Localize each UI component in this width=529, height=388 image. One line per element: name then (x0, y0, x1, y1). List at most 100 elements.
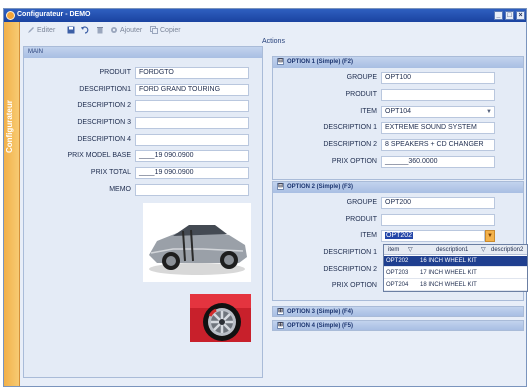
window-title: Configurateur - DEMO (17, 11, 91, 18)
description4-label: DESCRIPTION 4 (77, 136, 131, 143)
app-icon (6, 11, 15, 20)
rail-label: Configurateur (5, 100, 14, 154)
produit-field[interactable]: FORDGTO (135, 67, 249, 79)
produit-label: PRODUIT (99, 69, 132, 76)
copy-icon (150, 26, 158, 35)
option2-item-input[interactable]: OPT202 (381, 230, 485, 242)
dropdown-cell-description1: 17 INCH WHEEL KIT (420, 270, 477, 276)
dropdown-cell-item: OPT202 (386, 258, 409, 264)
option1-prix-value: 360.0000 (408, 158, 438, 165)
pencil-icon (28, 27, 34, 34)
option2-title: OPTION 2 (Simple) (F3) (287, 184, 354, 190)
option1-title: OPTION 1 (Simple) (F2) (287, 59, 354, 65)
option2-item-value: OPT202 (385, 232, 414, 239)
undo-icon (81, 26, 89, 34)
description4-field[interactable] (135, 134, 249, 146)
option1-description2-field[interactable]: 8 SPEAKERS + CD CHANGER (381, 139, 495, 151)
title-bar[interactable]: Configurateur - DEMO _ □ × (4, 9, 526, 22)
option1-prix-option-field[interactable]: ______360.0000 (381, 156, 495, 168)
option1-item-label: ITEM (360, 108, 377, 115)
prix-total-prefix: ____ (139, 169, 155, 176)
chevron-down-icon: ▼ (486, 109, 492, 115)
option1-description1-label: DESCRIPTION 1 (323, 124, 377, 131)
prix-model-base-value: 19 090.0900 (154, 152, 194, 159)
option1-description1-field[interactable]: EXTREME SOUND SYSTEM (381, 122, 495, 134)
dropdown-cell-description1: 18 INCH WHEEL KIT (420, 282, 477, 288)
actions-label: Actions (262, 38, 285, 45)
dropdown-row[interactable]: OPT202 16 INCH WHEEL KIT (384, 256, 527, 267)
expand-icon[interactable]: ⊞ (277, 307, 284, 315)
item-dropdown-grid: item ▽ description1 ▽ description2 OPT20… (383, 244, 528, 292)
prix-total-field[interactable]: ____19 090.0900 (135, 167, 249, 179)
column-header-description2[interactable]: description2 (491, 245, 523, 255)
dropdown-cell-description1: 16 INCH WHEEL KIT (420, 258, 477, 264)
save-button[interactable] (67, 26, 77, 36)
dropdown-row[interactable]: OPT204 18 INCH WHEEL KIT (384, 280, 527, 291)
option3-header[interactable]: ⊞ OPTION 3 (Simple) (F4) (272, 306, 524, 317)
description3-field[interactable] (135, 117, 249, 129)
option1-item-select[interactable]: OPT104 ▼ (381, 106, 495, 118)
option2-produit-label: PRODUIT (345, 216, 378, 223)
collapse-icon[interactable]: ⊟ (277, 182, 284, 190)
filter-icon[interactable]: ▽ (408, 245, 413, 255)
toolbar: Editer Ajouter Copier (21, 23, 526, 38)
prix-model-base-field[interactable]: ____19 090.0900 (135, 150, 249, 162)
description3-label: DESCRIPTION 3 (77, 119, 131, 126)
close-button[interactable]: × (516, 11, 525, 20)
column-header-description1[interactable]: description1 (436, 245, 468, 255)
option2-item-label: ITEM (360, 232, 377, 239)
option1-groupe-field[interactable]: OPT100 (381, 72, 495, 84)
undo-button[interactable] (81, 26, 91, 36)
option2-prix-option-label: PRIX OPTION (331, 282, 377, 289)
option2-groupe-label: GROUPE (346, 199, 377, 206)
column-header-item[interactable]: item (388, 245, 399, 255)
option2-groupe-field[interactable]: OPT200 (381, 197, 495, 209)
gear-icon (111, 27, 117, 34)
description1-label: DESCRIPTION1 (79, 86, 131, 93)
option2-header[interactable]: ⊟ OPTION 2 (Simple) (F3) (273, 182, 523, 193)
side-rail: Configurateur (4, 22, 20, 386)
add-button[interactable]: Ajouter (110, 26, 142, 36)
collapse-icon[interactable]: ⊟ (277, 57, 284, 65)
description2-field[interactable] (135, 100, 249, 112)
option2-description1-label: DESCRIPTION 1 (323, 249, 377, 256)
expand-icon[interactable]: ⊞ (277, 321, 284, 329)
option1-groupe-label: GROUPE (346, 74, 377, 81)
option1-prix-option-label: PRIX OPTION (331, 158, 377, 165)
copy-button[interactable]: Copier (150, 26, 181, 36)
maximize-button[interactable]: □ (505, 11, 514, 20)
option2-description2-label: DESCRIPTION 2 (323, 266, 377, 273)
prix-model-base-label: PRIX MODEL BASE (67, 152, 131, 159)
save-icon (67, 26, 75, 34)
description1-field[interactable]: FORD GRAND TOURING (135, 84, 249, 96)
dropdown-row[interactable]: OPT203 17 INCH WHEEL KIT (384, 268, 527, 279)
prix-total-label: PRIX TOTAL (90, 169, 131, 176)
option1-produit-field[interactable] (381, 89, 495, 101)
add-label: Ajouter (120, 27, 143, 34)
prix-total-value: 19 090.0900 (154, 169, 194, 176)
wheel-image (190, 294, 251, 342)
option1-description2-label: DESCRIPTION 2 (323, 141, 377, 148)
option1-prix-prefix: ______ (385, 158, 409, 165)
copy-label: Copier (160, 27, 181, 34)
option4-title: OPTION 4 (Simple) (F5) (287, 323, 354, 329)
option2-produit-field[interactable] (381, 214, 495, 226)
minimize-button[interactable]: _ (494, 11, 503, 20)
car-image (143, 203, 251, 282)
dropdown-cell-item: OPT204 (386, 282, 409, 288)
main-header: MAIN (24, 47, 262, 58)
option1-produit-label: PRODUIT (345, 91, 378, 98)
filter-icon[interactable]: ▽ (481, 245, 486, 255)
memo-field[interactable] (135, 184, 249, 196)
option4-header[interactable]: ⊞ OPTION 4 (Simple) (F5) (272, 320, 524, 331)
delete-button[interactable] (96, 26, 106, 36)
option1-header[interactable]: ⊟ OPTION 1 (Simple) (F2) (273, 57, 523, 68)
option2-item-dropdown-button[interactable]: ▼ (485, 230, 495, 242)
description2-label: DESCRIPTION 2 (77, 102, 131, 109)
dropdown-cell-item: OPT203 (386, 270, 409, 276)
edit-label: Editer (37, 27, 56, 34)
chevron-down-icon: ▼ (487, 233, 493, 239)
option3-title: OPTION 3 (Simple) (F4) (287, 309, 354, 315)
dropdown-header-row: item ▽ description1 ▽ description2 (384, 245, 527, 255)
edit-button[interactable]: Editer (27, 26, 55, 36)
